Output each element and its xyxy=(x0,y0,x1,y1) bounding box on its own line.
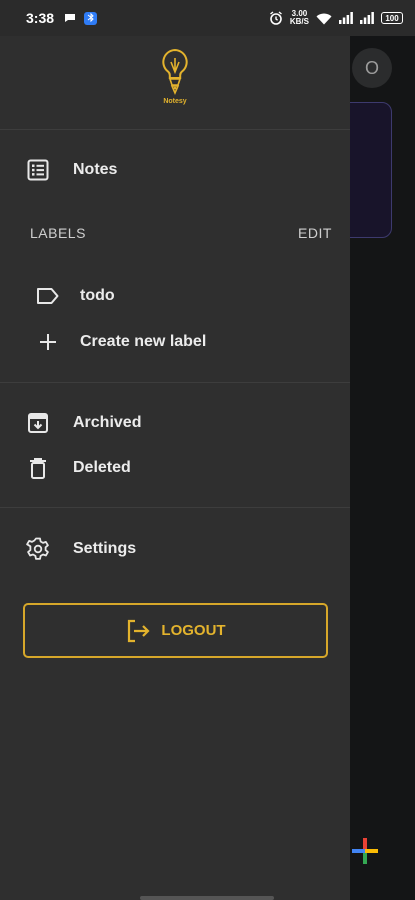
alarm-icon xyxy=(269,11,282,25)
divider xyxy=(0,507,350,508)
labels-heading: LABELS xyxy=(30,225,86,241)
nav-item-label: Archived xyxy=(73,414,142,431)
plus-icon xyxy=(36,328,60,356)
notes-list-icon xyxy=(24,156,52,184)
message-notification-icon xyxy=(65,14,76,22)
battery-icon: 100 xyxy=(381,12,403,24)
labels-edit-button[interactable]: EDIT xyxy=(298,225,332,241)
nav-item-archived[interactable]: Archived xyxy=(0,403,350,443)
add-note-fab[interactable] xyxy=(350,836,380,866)
avatar-initial: O xyxy=(364,57,379,78)
logout-icon xyxy=(128,619,150,642)
nav-item-notes[interactable]: Notes xyxy=(0,150,350,190)
profile-avatar[interactable]: O xyxy=(352,48,392,88)
gear-icon xyxy=(24,535,52,563)
status-bar: 3:38 3.00 KB/S 100 xyxy=(0,0,415,36)
nav-item-label: Deleted xyxy=(73,459,131,476)
net-speed-unit: KB/S xyxy=(289,17,309,26)
lightbulb-pen-logo-icon xyxy=(162,48,188,96)
nav-item-label: Settings xyxy=(73,540,137,557)
divider xyxy=(0,382,350,383)
home-indicator xyxy=(140,896,274,900)
navigation-drawer: Notesy Notes LABELS EDIT todo Create new… xyxy=(0,36,350,900)
signal-icon-2 xyxy=(360,12,374,24)
logout-button[interactable]: LOGOUT xyxy=(23,603,328,658)
logout-label: LOGOUT xyxy=(161,622,226,639)
status-time: 3:38 xyxy=(26,10,55,26)
trash-icon xyxy=(24,454,52,482)
divider xyxy=(0,129,350,130)
app-logo: Notesy xyxy=(0,48,350,130)
label-item-text: todo xyxy=(80,287,115,304)
label-item[interactable]: todo xyxy=(0,276,350,316)
archive-icon xyxy=(24,409,52,437)
create-new-label-button[interactable]: Create new label xyxy=(0,322,350,362)
create-new-label-text: Create new label xyxy=(80,333,207,350)
nav-item-label: Notes xyxy=(73,161,118,178)
net-speed: 3.00 KB/S xyxy=(290,10,309,26)
signal-icon xyxy=(339,12,353,24)
nav-item-settings[interactable]: Settings xyxy=(0,529,350,569)
battery-level: 100 xyxy=(385,13,399,23)
logo-caption: Notesy xyxy=(163,98,187,105)
label-tag-icon xyxy=(36,282,60,310)
nav-item-deleted[interactable]: Deleted xyxy=(0,448,350,488)
app-notification-icon xyxy=(84,11,98,25)
wifi-icon xyxy=(316,13,332,24)
